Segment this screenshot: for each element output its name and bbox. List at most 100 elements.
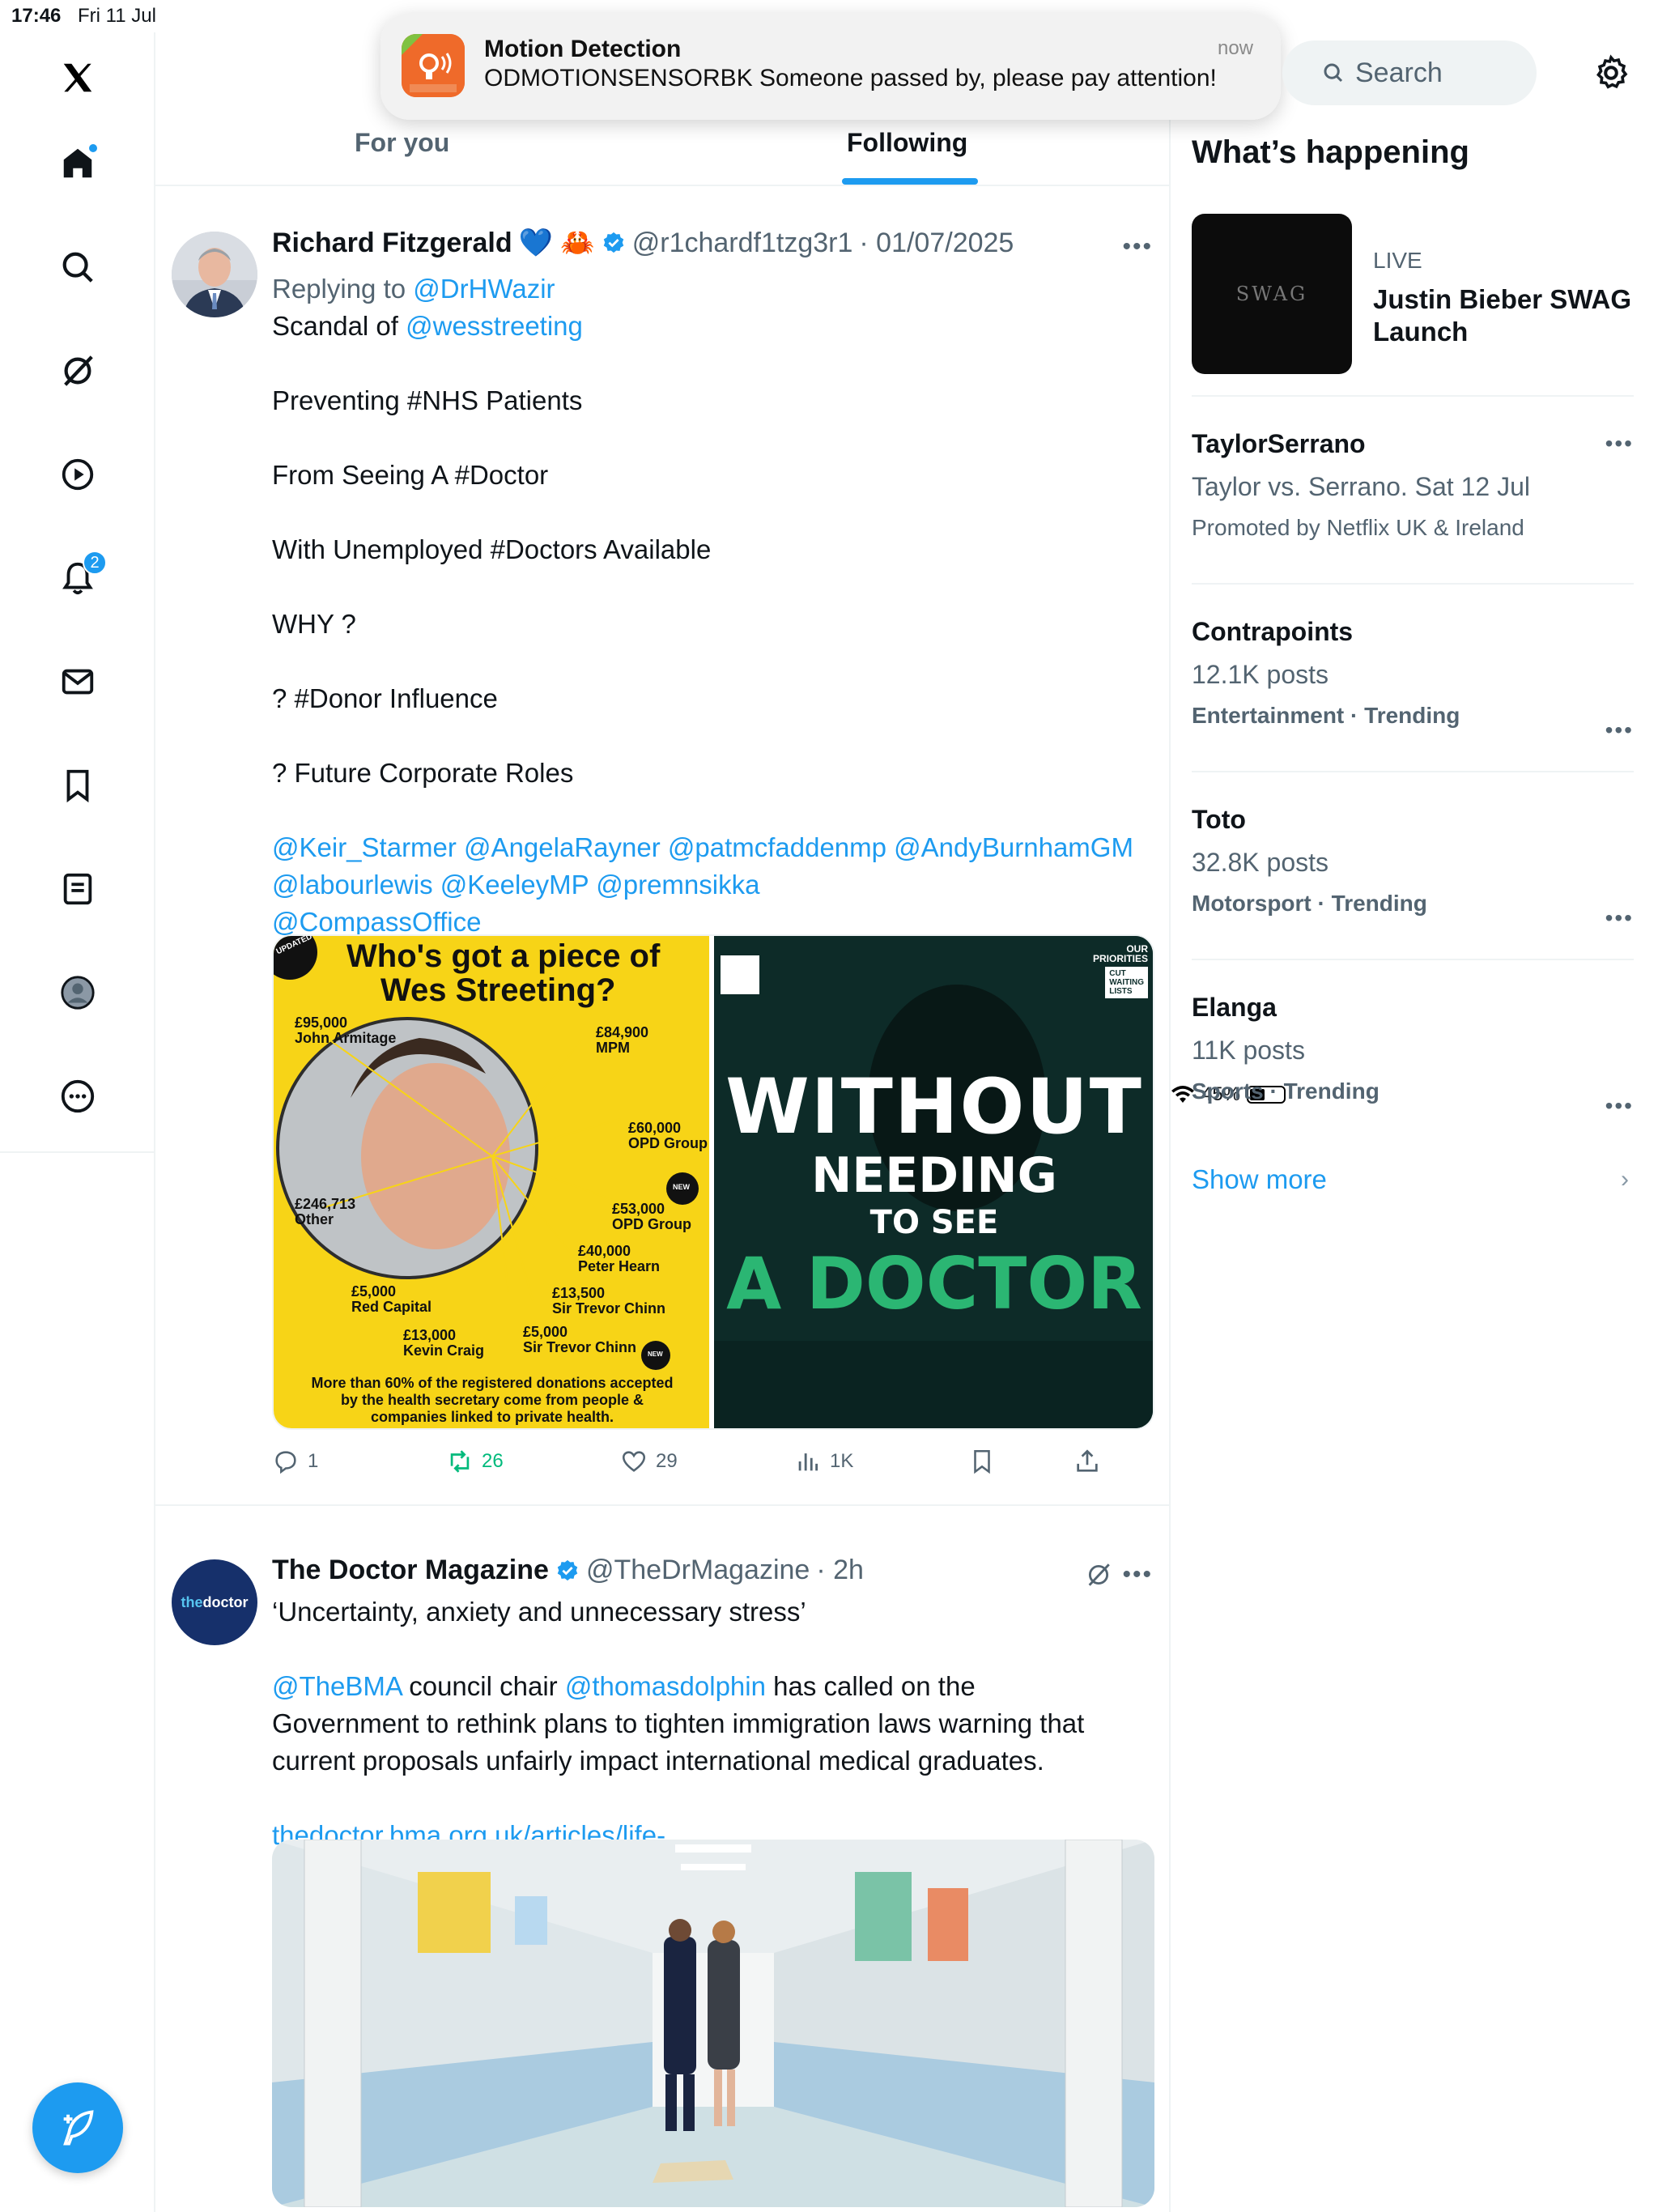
tab-for-you[interactable]: For you xyxy=(355,128,449,158)
chevron-right-icon: › xyxy=(1621,1166,1629,1193)
donation-donor: Sir Trevor Chinn xyxy=(552,1300,666,1317)
trend-more-button[interactable]: ••• xyxy=(1605,1093,1634,1119)
without-doctor-image[interactable]: OUR PRIORITIES CUT WAITING LISTS WITHOUT… xyxy=(714,936,1153,1428)
donations-image[interactable]: UPDATED Who's got a piece of Wes Streeti… xyxy=(274,936,710,1428)
mentions-line[interactable]: @labourlewis @KeeleyMP @premnsikka xyxy=(272,866,1146,904)
donation-label: £95,000 John Armitage xyxy=(295,1015,396,1046)
notifications-badge: 2 xyxy=(83,551,107,575)
trend-more-button[interactable]: ••• xyxy=(1605,431,1634,457)
replying-label: Replying to xyxy=(272,274,406,304)
search-box[interactable]: Search xyxy=(1282,40,1537,105)
slogan-line: NEEDING xyxy=(811,1147,1057,1204)
lists-icon[interactable] xyxy=(52,863,104,915)
replying-mention[interactable]: @DrHWazir xyxy=(413,274,555,304)
tweet-header: Richard Fitzgerald 💙 🦀 @r1chardf1tzg3r1 … xyxy=(272,227,1014,259)
live-label: LIVE xyxy=(1373,248,1422,273)
trend-category: Entertainment xyxy=(1192,703,1345,728)
trend-title: TaylorSerrano xyxy=(1192,429,1366,458)
bookmark-button[interactable] xyxy=(968,1448,1073,1475)
trend-more-button[interactable]: ••• xyxy=(1605,717,1634,743)
right-sidebar: Search What’s happening SWAG LIVE Justin… xyxy=(1171,32,1658,2212)
trend-item[interactable]: TaylorSerrano Taylor vs. Serrano. Sat 12… xyxy=(1192,429,1634,541)
author-name[interactable]: The Doctor Magazine xyxy=(272,1555,549,1586)
tab-following[interactable]: Following xyxy=(847,128,967,158)
tweet-date[interactable]: · 01/07/2025 xyxy=(859,228,1014,259)
trend-category: Motorsport xyxy=(1192,891,1312,916)
compose-post-button[interactable] xyxy=(32,2082,123,2173)
tweet-divider xyxy=(155,1504,1171,1506)
donation-donor: Sir Trevor Chinn xyxy=(523,1339,637,1355)
author-handle[interactable]: @r1chardf1tzg3r1 xyxy=(632,228,853,259)
donation-donor: Other xyxy=(295,1211,334,1227)
corner-text: WAITING xyxy=(1109,978,1144,987)
video-icon[interactable] xyxy=(52,449,104,500)
views-chart-icon xyxy=(798,1453,818,1471)
slogan-line: TO SEE xyxy=(869,1204,999,1241)
avatar[interactable] xyxy=(172,232,257,317)
trend-more-button[interactable]: ••• xyxy=(1605,905,1634,931)
home-unread-dot xyxy=(87,143,99,154)
x-logo-icon[interactable] xyxy=(52,52,104,104)
mentions-line[interactable]: @Keir_Starmer @AngelaRayner @patmcfadden… xyxy=(272,829,1146,866)
body-line: From Seeing A #Doctor xyxy=(272,460,549,490)
tweet-actions: 1 26 29 1K xyxy=(272,1448,1154,1475)
verified-badge-icon xyxy=(557,1559,578,1580)
live-title: Justin Bieber SWAG Launch xyxy=(1373,284,1632,347)
tweet-more-button[interactable]: ••• xyxy=(1122,1561,1153,1589)
grok-icon[interactable] xyxy=(52,345,104,397)
profile-icon[interactable] xyxy=(52,967,104,1019)
reply-button[interactable]: 1 xyxy=(272,1448,446,1475)
trend-subtitle: 12.1K posts xyxy=(1192,660,1329,689)
article-image[interactable] xyxy=(272,1840,1154,2207)
share-button[interactable] xyxy=(1073,1448,1138,1475)
show-more-link[interactable]: Show more xyxy=(1192,1164,1327,1195)
tweet-body: Scandal of @wesstreeting Preventing #NHS… xyxy=(272,308,1146,941)
share-icon xyxy=(1077,1449,1098,1472)
author-handle[interactable]: @TheDrMagazine xyxy=(586,1555,810,1586)
notifications-icon[interactable]: 2 xyxy=(52,551,107,604)
avatar-logo-text: doctor xyxy=(202,1593,249,1610)
tab-active-indicator xyxy=(842,178,978,185)
author-name[interactable]: Richard Fitzgerald xyxy=(272,228,512,259)
views-button[interactable]: 1K xyxy=(794,1448,968,1475)
image-title-line: Wes Streeting? xyxy=(380,972,616,1008)
corner-badge: CUT WAITING LISTS xyxy=(1105,967,1148,998)
new-tag: NEW xyxy=(648,1351,663,1358)
trend-item[interactable]: Toto 32.8K posts Motorsport · Trending •… xyxy=(1192,805,1634,930)
replying-to: Replying to @DrHWazir xyxy=(272,270,1146,308)
messages-icon[interactable] xyxy=(52,656,104,708)
mention-link[interactable]: @TheBMA xyxy=(272,1671,402,1701)
grok-icon[interactable] xyxy=(1085,1561,1112,1589)
body-line: ‘Uncertainty, anxiety and unnecessary st… xyxy=(272,1597,806,1627)
donations-graphic xyxy=(274,936,699,1370)
mention-link[interactable]: @thomasdolphin xyxy=(565,1671,766,1701)
like-button[interactable]: 29 xyxy=(620,1448,794,1475)
trend-item[interactable]: Elanga 11K posts Sports · Trending ••• xyxy=(1192,993,1634,1118)
avatar[interactable]: the doctor xyxy=(172,1559,257,1645)
body-line: @TheBMA council chair @thomasdolphin has… xyxy=(272,1668,1146,1705)
trend-item[interactable]: Contrapoints 12.1K posts Entertainment ·… xyxy=(1192,617,1634,742)
gear-icon[interactable] xyxy=(1592,53,1630,92)
notification-body: ODMOTIONSENSORBK Someone passed by, plea… xyxy=(484,65,1217,91)
divider xyxy=(1192,583,1634,585)
donation-label: £40,000 Peter Hearn xyxy=(578,1244,660,1274)
whats-happening-heading: What’s happening xyxy=(1192,134,1469,170)
mention-link[interactable]: @wesstreeting xyxy=(406,311,583,341)
search-icon[interactable] xyxy=(52,241,104,293)
tweet-time[interactable]: · 2h xyxy=(816,1555,864,1586)
donation-label: £5,000 Red Capital xyxy=(351,1284,432,1315)
repost-button[interactable]: 26 xyxy=(446,1448,620,1475)
donation-amount: £53,000 xyxy=(612,1201,665,1217)
donation-donor: OPD Group xyxy=(628,1135,708,1151)
trend-subtitle: Taylor vs. Serrano. Sat 12 Jul xyxy=(1192,472,1530,501)
tweet-more-button[interactable]: ••• xyxy=(1122,233,1153,261)
bookmarks-icon[interactable] xyxy=(52,759,104,811)
more-icon[interactable] xyxy=(52,1070,104,1122)
heart-icon xyxy=(622,1451,646,1472)
notification-banner[interactable]: Motion Detection ODMOTIONSENSORBK Someon… xyxy=(380,13,1281,120)
home-icon[interactable] xyxy=(52,138,104,189)
live-event[interactable]: SWAG LIVE Justin Bieber SWAG Launch xyxy=(1192,214,1656,384)
trend-title: Elanga xyxy=(1192,993,1277,1022)
body-line: Scandal of xyxy=(272,311,398,341)
tweet-media-grid[interactable]: UPDATED Who's got a piece of Wes Streeti… xyxy=(272,934,1154,1430)
